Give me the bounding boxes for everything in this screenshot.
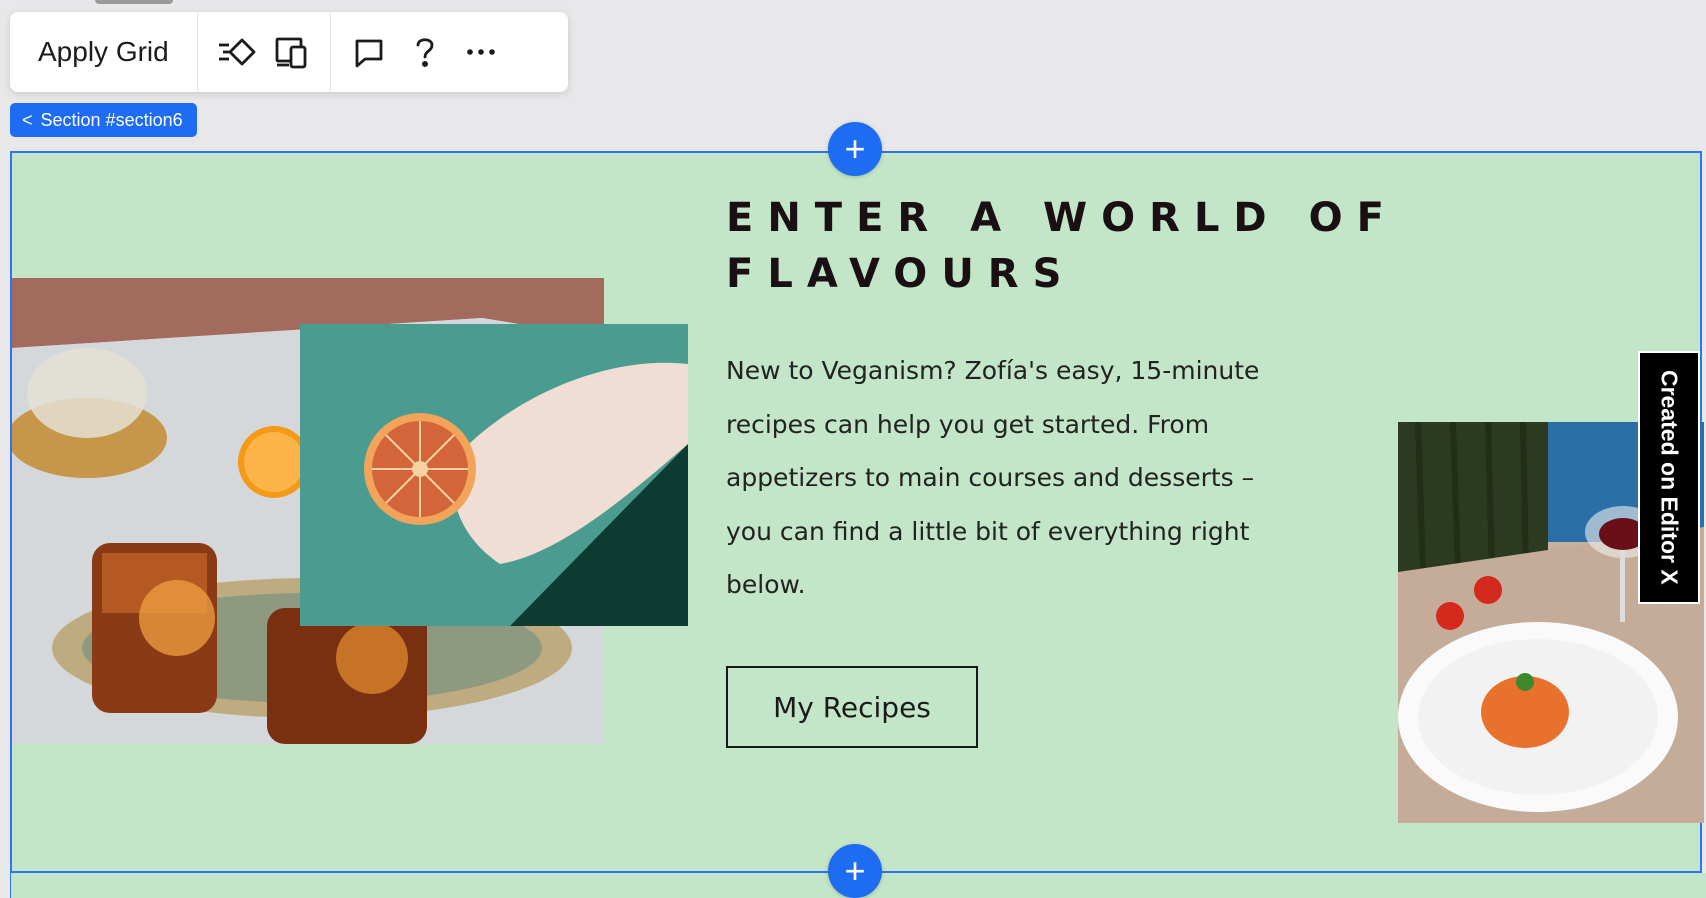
section-body-text: New to Veganism? Zofía's easy, 15-minute… [726, 356, 1260, 599]
add-section-above-button[interactable]: + [828, 122, 882, 176]
toolbar-group-misc [331, 12, 519, 92]
responsive-devices-icon[interactable] [264, 24, 320, 80]
toolbar-group-design [198, 12, 331, 92]
add-section-below-button[interactable]: + [828, 844, 882, 898]
top-handle [95, 0, 173, 4]
created-on-editor-x-badge[interactable]: Created on Editor X [1638, 351, 1700, 604]
section-heading: ENTER A WORLD OF FLAVOURS [726, 195, 1398, 297]
my-recipes-button[interactable]: My Recipes [726, 666, 978, 748]
more-icon[interactable] [453, 24, 509, 80]
apply-grid-button[interactable]: Apply Grid [10, 12, 198, 92]
chevron-left-icon: < [22, 109, 33, 130]
floating-toolbar: Apply Grid [10, 12, 568, 92]
help-icon[interactable] [397, 24, 453, 80]
orange-hand-image[interactable] [300, 324, 688, 626]
section-tag-label: Section #section6 [40, 109, 183, 130]
animation-icon[interactable] [208, 24, 264, 80]
section-breadcrumb-tag[interactable]: < Section #section6 [10, 103, 197, 137]
badge-label: Created on Editor X [1656, 370, 1683, 585]
comment-icon[interactable] [341, 24, 397, 80]
